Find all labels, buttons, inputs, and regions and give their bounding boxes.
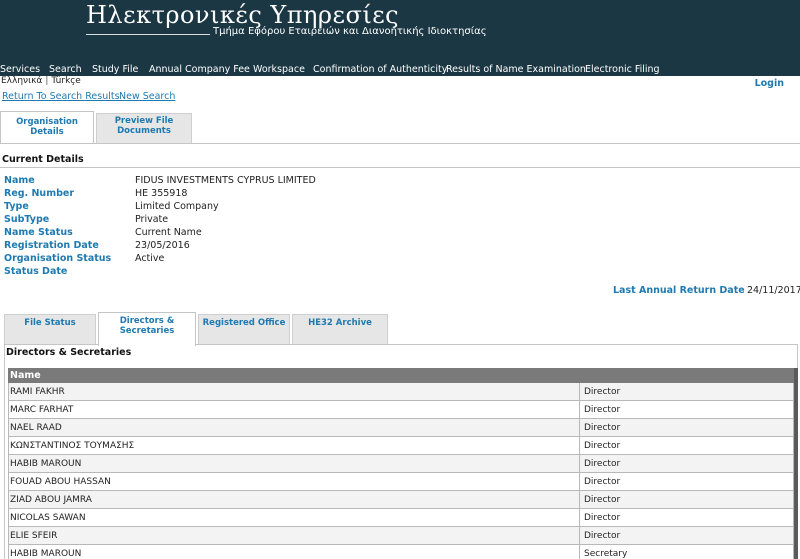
registration-date-value: 23/05/2016: [135, 240, 190, 251]
tab-preview-label-line1: Preview File: [114, 116, 174, 126]
type-label: Type: [4, 201, 29, 212]
director-role: Secretary: [579, 545, 627, 559]
tab-file-status-label: File Status: [24, 318, 76, 328]
directors-panel-title: Directors & Secretaries: [6, 347, 132, 358]
table-row: FOUAD ABOU HASSAN Director: [8, 473, 794, 491]
main-nav: Services Search Study File Annual Compan…: [0, 62, 800, 76]
director-name: HABIB MAROUN: [10, 459, 82, 469]
nav-search[interactable]: Search: [49, 64, 82, 75]
tab-organisation-details[interactable]: Organisation Details: [0, 111, 94, 143]
name-status-label: Name Status: [4, 227, 73, 238]
director-name: ELIE SFEIR: [10, 531, 58, 541]
table-header-name: Name: [8, 368, 794, 383]
tab-registered-office-label: Registered Office: [202, 318, 286, 328]
lang-separator: |: [45, 76, 49, 86]
table-shadow: [794, 368, 798, 559]
director-role: Director: [579, 437, 620, 454]
tab-preview-label-line2: Documents: [117, 126, 171, 136]
tab-he32-archive[interactable]: HE32 Archive: [292, 314, 388, 344]
table-row: ΚΩΝΣΤΑΝΤΙΝΟΣ ΤΟΥΜΑΣΗΣ Director: [8, 437, 794, 455]
organisation-status-value: Active: [135, 253, 165, 264]
site-subtitle: Τμήμα Εφόρου Εταιρειών και Διανοητικής Ι…: [213, 26, 487, 37]
subtype-label: SubType: [4, 214, 50, 225]
tab-registered-office[interactable]: Registered Office: [198, 314, 290, 344]
type-value: Limited Company: [135, 201, 219, 212]
director-name: NICOLAS SAWAN: [10, 513, 86, 523]
name-value: FIDUS INVESTMENTS CYPRUS LIMITED: [135, 175, 316, 186]
table-row: RAMI FAKHR Director: [8, 383, 794, 401]
director-role: Director: [579, 455, 620, 472]
nav-confirmation-of-authenticity[interactable]: Confirmation of Authenticity: [313, 64, 447, 75]
director-role: Director: [579, 473, 620, 490]
director-name: ΚΩΝΣΤΑΝΤΙΝΟΣ ΤΟΥΜΑΣΗΣ: [10, 441, 135, 451]
tab-he32-archive-label: HE32 Archive: [308, 318, 372, 328]
director-name: HABIB MAROUN: [10, 549, 82, 559]
nav-results-of-name-examination[interactable]: Results of Name Examination: [446, 64, 586, 75]
organisation-status-label: Organisation Status: [4, 253, 112, 264]
director-name: FOUAD ABOU HASSAN: [10, 477, 111, 487]
last-annual-return-value: 24/11/2017: [747, 285, 800, 296]
table-row: ELIE SFEIR Director: [8, 527, 794, 545]
tab-divider: [0, 143, 800, 144]
header-banner: Ηλεκτρονικές Υπηρεσίες Τμήμα Εφόρου Εται…: [0, 0, 800, 62]
nav-annual-company-fee[interactable]: Annual Company Fee: [149, 64, 250, 75]
tab-file-status[interactable]: File Status: [4, 314, 96, 344]
last-annual-return-label: Last Annual Return Date: [613, 285, 745, 296]
director-name: RAMI FAKHR: [10, 387, 65, 397]
title-rule: [86, 34, 210, 35]
new-search-link[interactable]: New Search: [119, 91, 175, 102]
subtype-value: Private: [135, 214, 169, 225]
language-switcher: Ελληνικά | Türkçe: [1, 76, 81, 86]
name-label: Name: [4, 175, 35, 186]
director-role: Director: [579, 383, 620, 400]
tab-preview-file-documents[interactable]: Preview File Documents: [96, 113, 192, 143]
director-name: MARC FARHAT: [10, 405, 74, 415]
return-to-search-results-link[interactable]: Return To Search Results: [2, 91, 120, 102]
nav-workspace[interactable]: Workspace: [253, 64, 305, 75]
director-name: NAEL RAAD: [10, 423, 62, 433]
table-body: RAMI FAKHR Director MARC FARHAT Director N…: [8, 383, 794, 559]
section-divider: [0, 167, 800, 168]
director-role: Director: [579, 491, 620, 508]
name-status-value: Current Name: [135, 227, 202, 238]
table-row: NICOLAS SAWAN Director: [8, 509, 794, 527]
reg-number-label: Reg. Number: [4, 188, 75, 199]
reg-number-value: HE 355918: [135, 188, 188, 199]
lang-turkish[interactable]: Türkçe: [51, 76, 80, 86]
registration-date-label: Registration Date: [4, 240, 99, 251]
directors-table: Name RAMI FAKHR Director MARC FARHAT Direc…: [8, 368, 794, 559]
nav-services[interactable]: Services: [0, 64, 40, 75]
table-row: HABIB MAROUN Secretary: [8, 545, 794, 559]
director-role: Director: [579, 419, 620, 436]
page: Ηλεκτρονικές Υπηρεσίες Τμήμα Εφόρου Εται…: [0, 0, 800, 559]
nav-electronic-filing[interactable]: Electronic Filing: [585, 64, 660, 75]
site-title: Ηλεκτρονικές Υπηρεσίες: [86, 1, 400, 29]
director-role: Director: [579, 401, 620, 418]
status-date-label: Status Date: [4, 266, 68, 277]
tab-directors-secretaries[interactable]: Directors & Secretaries: [98, 312, 196, 346]
table-row: NAEL RAAD Director: [8, 419, 794, 437]
current-details-title: Current Details: [2, 154, 84, 165]
table-row: HABIB MAROUN Director: [8, 455, 794, 473]
table-row: ZIAD ABOU JAMRA Director: [8, 491, 794, 509]
lang-greek[interactable]: Ελληνικά: [1, 76, 42, 86]
director-role: Director: [579, 527, 620, 544]
director-name: ZIAD ABOU JAMRA: [10, 495, 92, 505]
table-row: MARC FARHAT Director: [8, 401, 794, 419]
nav-study-file[interactable]: Study File: [92, 64, 138, 75]
tab-organisation-details-label: Organisation Details: [16, 117, 78, 137]
director-role: Director: [579, 509, 620, 526]
tab-directors-secretaries-label: Directors & Secretaries: [119, 316, 175, 336]
login-link[interactable]: Login: [755, 78, 784, 89]
